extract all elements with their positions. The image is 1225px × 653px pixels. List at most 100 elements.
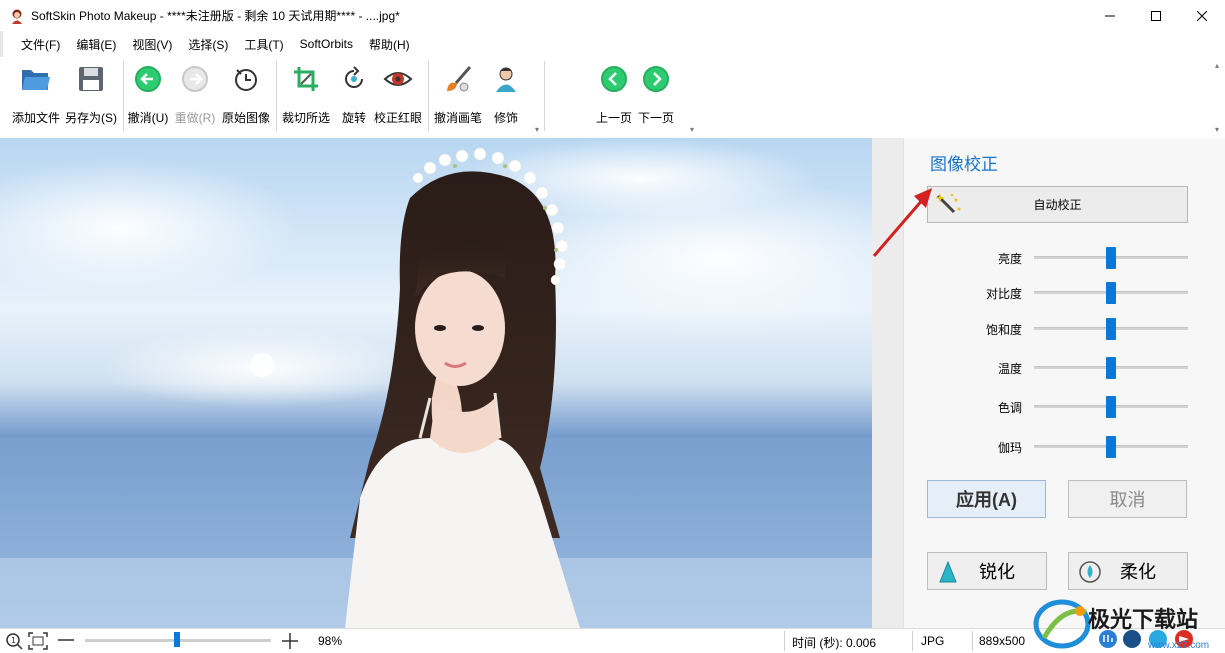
menu-file[interactable]: 文件(F) [13, 36, 68, 53]
apply-button[interactable]: 应用(A) [927, 480, 1046, 518]
add-file-label: 添加文件 [11, 111, 60, 125]
menu-view[interactable]: 视图(V) [124, 36, 180, 53]
menu-tools[interactable]: 工具(T) [236, 36, 291, 53]
temperature-track[interactable] [1034, 357, 1188, 379]
tint-slider[interactable]: 色调 [904, 395, 1225, 418]
fit-to-window-icon[interactable] [28, 632, 48, 650]
rotate-icon [345, 66, 363, 88]
image-dimensions: 889x500 [979, 634, 1026, 648]
temperature-thumb[interactable] [1106, 357, 1116, 379]
image-canvas[interactable] [0, 138, 872, 628]
arrow-right-circle-icon [182, 66, 208, 92]
chevron-left-circle-icon [601, 66, 627, 92]
original-image-label: 原始图像 [221, 111, 270, 125]
next-page-button[interactable]: 下一页 [626, 61, 686, 127]
soften-label: 柔化 [1120, 562, 1156, 582]
auto-correct-button[interactable]: 自动校正 [927, 186, 1188, 223]
soften-drop-icon [1079, 561, 1101, 583]
temperature-label: 温度 [997, 362, 1022, 376]
menu-select[interactable]: 选择(S) [180, 36, 236, 53]
folder-open-icon [22, 70, 50, 90]
menu-help[interactable]: 帮助(H) [361, 36, 418, 53]
close-button[interactable] [1179, 0, 1225, 31]
clock-reset-icon [235, 69, 257, 91]
save-as-button[interactable]: 另存为(S) [61, 61, 121, 127]
zoom-in-icon[interactable] [282, 633, 298, 649]
zoom-magnifier-icon[interactable]: 1 [5, 632, 23, 650]
watermark-brand: 极光下载站 [1088, 608, 1199, 633]
brightness-slider[interactable]: 亮度 [904, 246, 1225, 269]
tint-thumb[interactable] [1106, 396, 1116, 418]
minimize-button[interactable] [1087, 0, 1133, 31]
original-image-button[interactable]: 原始图像 [216, 61, 276, 127]
brightness-thumb[interactable] [1106, 247, 1116, 269]
app-logo-icon [12, 9, 22, 24]
toolbar-collapse-icon[interactable]: ▴ [1215, 61, 1219, 70]
cancel-button[interactable]: 取消 [1068, 480, 1187, 518]
annotation-arrow-icon [872, 188, 932, 257]
temperature-slider[interactable]: 温度 [904, 356, 1225, 379]
sharpen-label: 锐化 [979, 562, 1015, 582]
zoom-slider-thumb[interactable] [174, 632, 180, 647]
save-disk-icon [79, 67, 103, 91]
red-eye-button[interactable]: 校正红眼 [368, 61, 428, 127]
brightness-track[interactable] [1034, 247, 1188, 269]
contrast-slider[interactable]: 对比度 [904, 281, 1225, 304]
crop-icon [294, 67, 318, 91]
tint-label: 色调 [997, 401, 1022, 415]
undo-brush-label: 撤消画笔 [433, 111, 482, 125]
redo-label: 重做(R) [174, 111, 216, 125]
add-file-button[interactable]: 添加文件 [6, 61, 66, 127]
arrow-left-circle-icon [135, 66, 161, 92]
gamma-label: 伽玛 [997, 441, 1022, 455]
contrast-label: 对比度 [985, 287, 1022, 301]
rotate-label: 旋转 [341, 111, 366, 125]
sharpen-button[interactable]: 锐化 [927, 552, 1047, 590]
watermark-url: www.xz7.com [1148, 640, 1210, 651]
processing-time: 时间 (秒): 0.006 [792, 636, 877, 650]
next-page-label: 下一页 [637, 111, 674, 125]
title-bar: SoftSkin Photo Makeup - ****未注册版 - 剩余 10… [0, 0, 1225, 31]
maximize-icon [1151, 10, 1161, 21]
brightness-label: 亮度 [997, 252, 1022, 266]
tint-track[interactable] [1034, 396, 1188, 418]
chevron-right-circle-icon [643, 66, 669, 92]
save-as-label: 另存为(S) [65, 111, 117, 125]
svg-text:1: 1 [11, 636, 16, 645]
sharpen-triangle-icon [939, 561, 957, 583]
saturation-slider[interactable]: 饱和度 [904, 317, 1225, 340]
soften-button[interactable]: 柔化 [1068, 552, 1188, 590]
retouch-label: 修饰 [493, 111, 518, 125]
minimize-icon [1105, 15, 1115, 16]
gamma-thumb[interactable] [1106, 436, 1116, 458]
crop-selection-label: 裁切所选 [281, 111, 330, 125]
panel-title: 图像校正 [930, 155, 998, 174]
toolbar-overflow-icon-2[interactable]: ▾ [690, 125, 694, 134]
toolbar: 添加文件 另存为(S) 撤消(U) 重做(R) 原始图像 裁切所选 旋转 校正红… [0, 57, 1225, 137]
menu-bar: 文件(F) 编辑(E) 视图(V) 选择(S) 工具(T) SoftOrbits… [0, 31, 1225, 57]
menu-softorbits[interactable]: SoftOrbits [292, 37, 361, 51]
undo-label: 撤消(U) [127, 111, 169, 125]
gamma-slider[interactable]: 伽玛 [904, 435, 1225, 458]
auto-correct-label: 自动校正 [1033, 198, 1082, 212]
close-icon [1197, 10, 1207, 21]
zoom-percent: 98% [318, 634, 343, 648]
saturation-label: 饱和度 [985, 323, 1022, 337]
contrast-thumb[interactable] [1106, 282, 1116, 304]
toolbar-overflow-icon-3[interactable]: ▾ [1215, 125, 1219, 134]
maximize-button[interactable] [1133, 0, 1179, 31]
saturation-track[interactable] [1034, 318, 1188, 340]
brush-icon [447, 66, 472, 92]
person-icon [496, 67, 516, 92]
saturation-thumb[interactable] [1106, 318, 1116, 340]
retouch-button[interactable]: 修饰 [476, 61, 536, 127]
magic-wand-icon [935, 193, 961, 214]
gamma-track[interactable] [1034, 436, 1188, 458]
image-format: JPG [921, 634, 945, 648]
contrast-track[interactable] [1034, 282, 1188, 304]
site-watermark: 极光下载站 www.xz7.com [1028, 598, 1225, 653]
red-eye-label: 校正红眼 [373, 111, 422, 125]
zoom-out-icon[interactable] [58, 639, 74, 642]
menu-edit[interactable]: 编辑(E) [68, 36, 124, 53]
photo-image [0, 138, 872, 628]
